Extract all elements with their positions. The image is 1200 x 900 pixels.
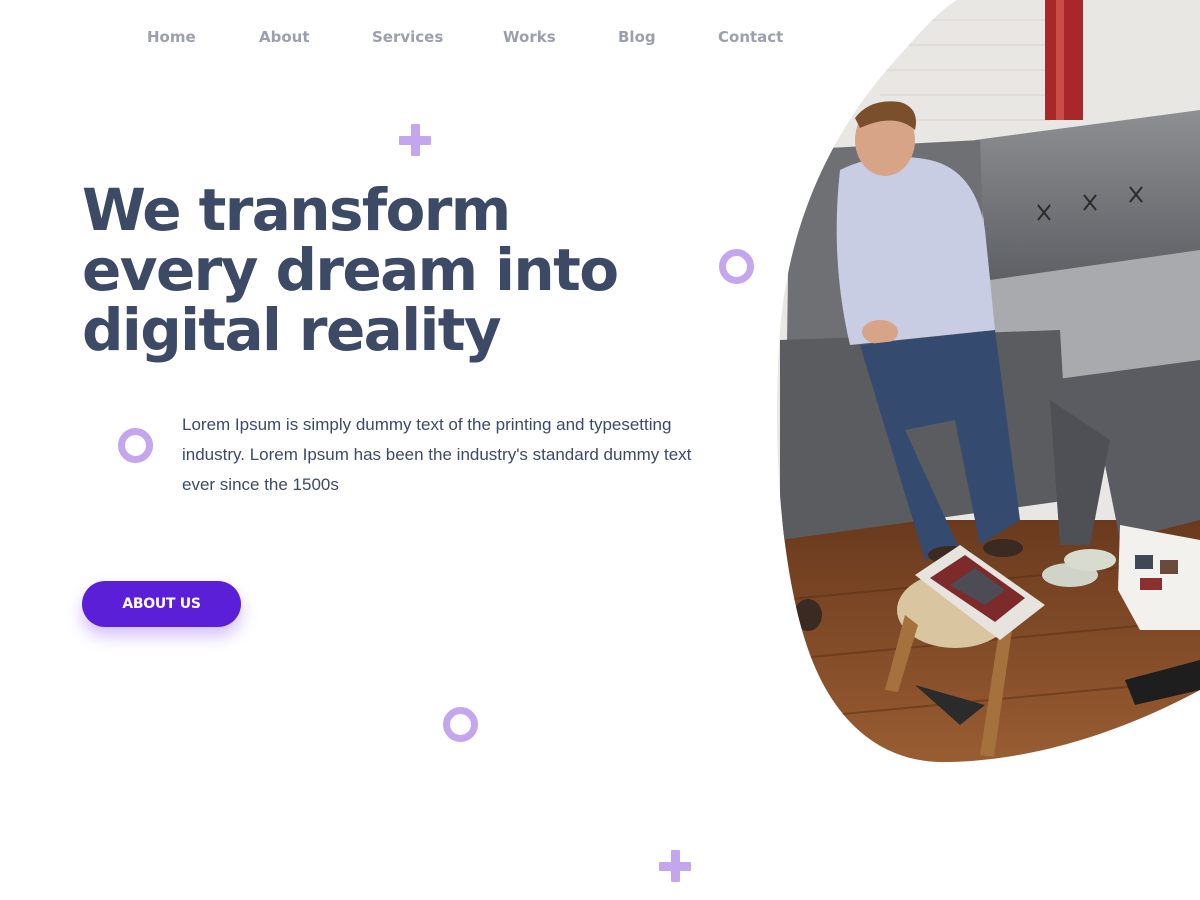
hero-title-line: every dream into [82, 236, 619, 304]
nav-link-about[interactable]: About [259, 24, 310, 50]
hero-title: We transform every dream into digital re… [82, 180, 702, 360]
nav-link-blog[interactable]: Blog [618, 24, 656, 50]
hero-description: Lorem Ipsum is simply dummy text of the … [182, 415, 692, 494]
ring-icon [719, 249, 754, 284]
main-nav: Home About Services Works Blog Contact [0, 24, 800, 50]
nav-link-home[interactable]: Home [147, 24, 196, 50]
ring-icon [443, 707, 478, 742]
nav-link-contact[interactable]: Contact [718, 24, 783, 50]
hero-title-line: digital reality [82, 296, 502, 364]
hero-title-line: We transform [82, 176, 511, 244]
plus-icon [659, 850, 691, 882]
plus-icon [399, 124, 431, 156]
ring-icon [118, 428, 153, 463]
about-us-button[interactable]: ABOUT US [82, 581, 241, 627]
nav-link-services[interactable]: Services [372, 24, 443, 50]
nav-link-works[interactable]: Works [503, 24, 556, 50]
